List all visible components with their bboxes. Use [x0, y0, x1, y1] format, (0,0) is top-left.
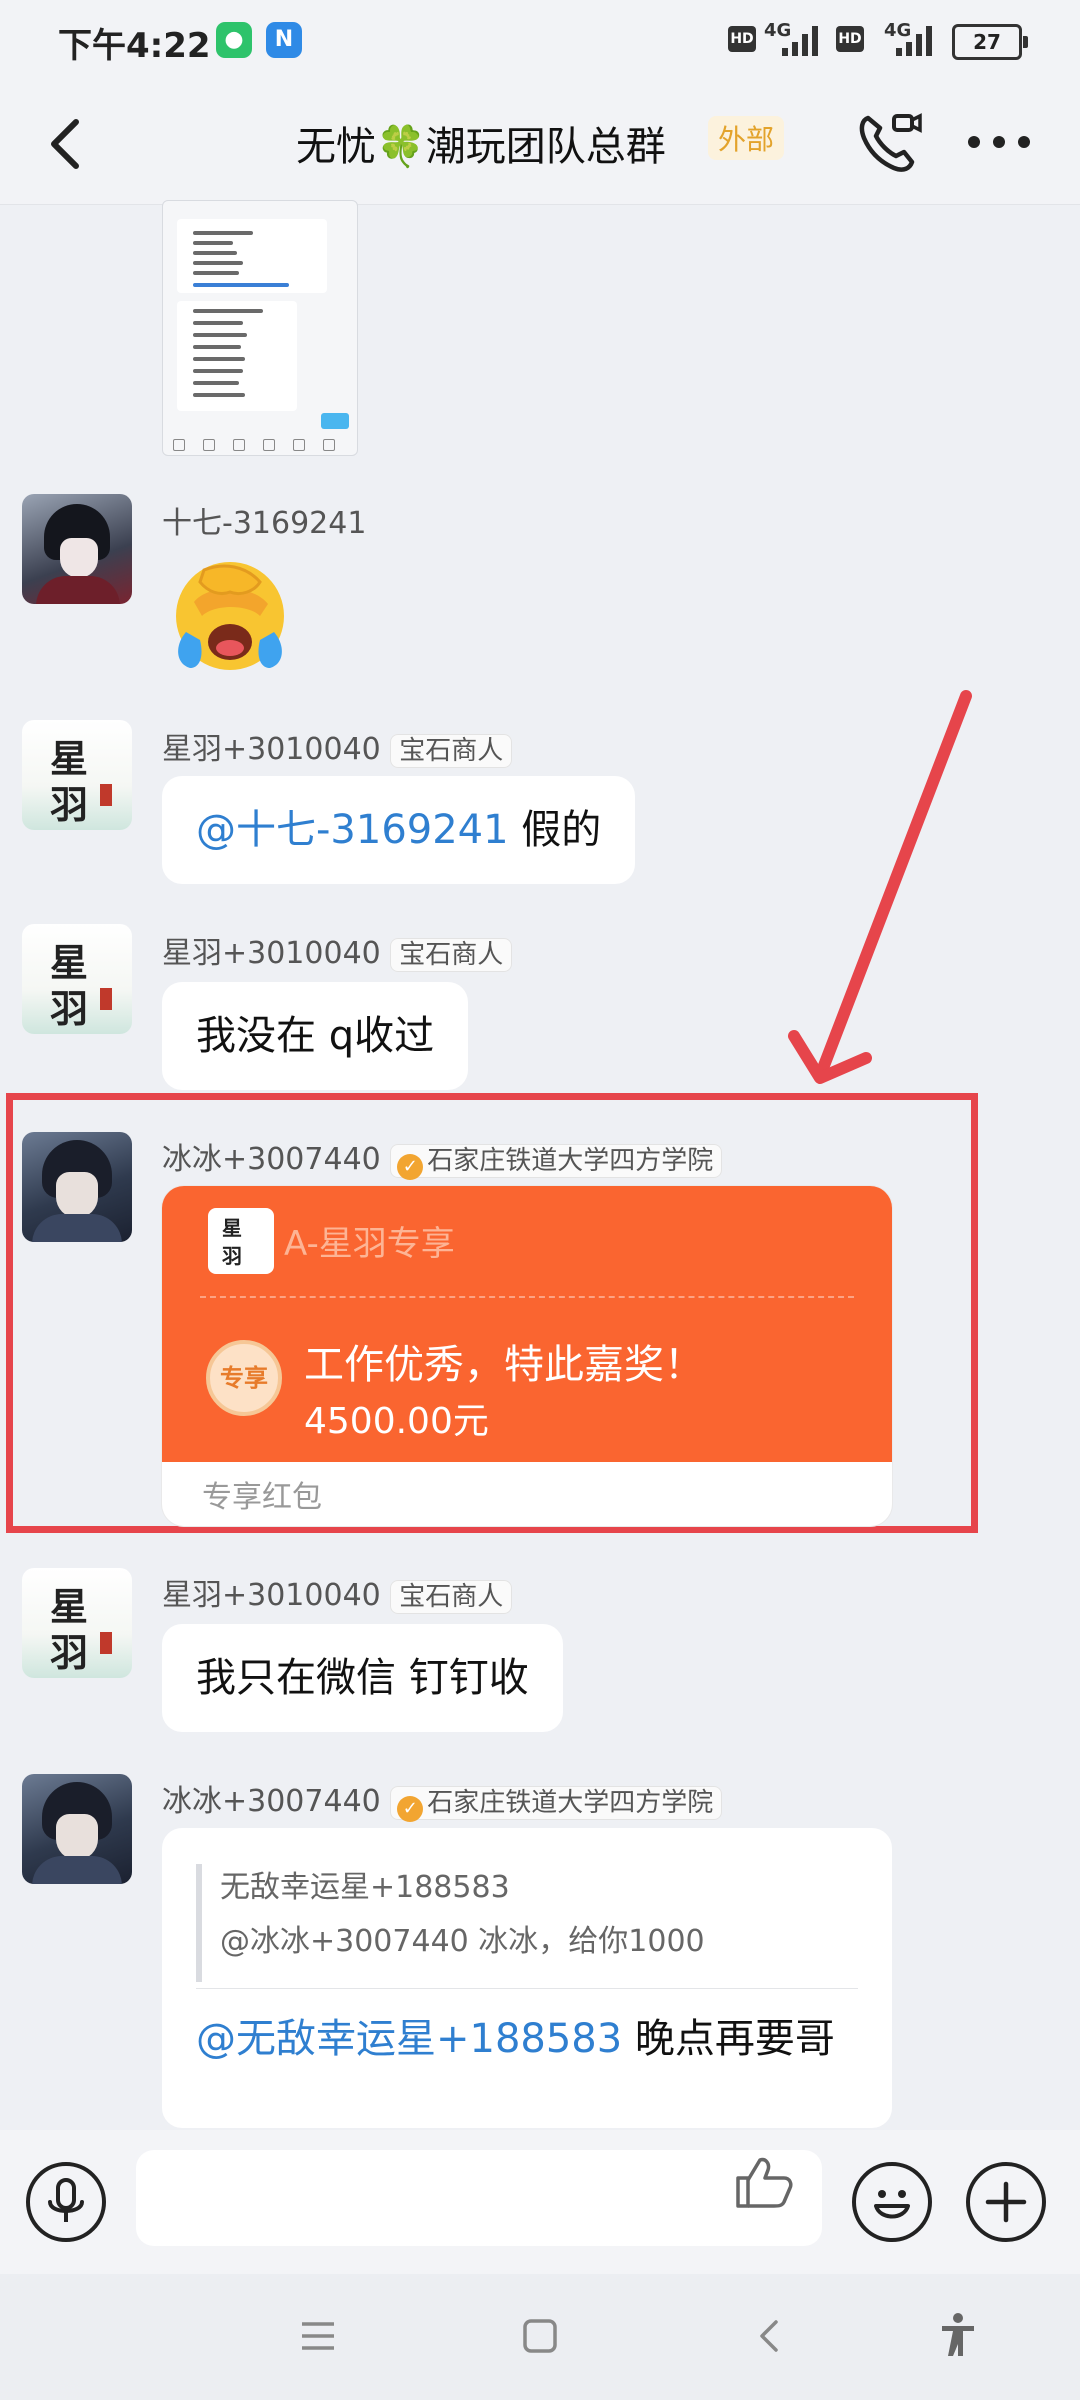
accessibility-icon[interactable] — [938, 2312, 978, 2358]
school-tag: ✓ 石家庄铁道大学四方学院 — [390, 1144, 723, 1180]
role-tag: 宝石商人 — [390, 1580, 513, 1614]
facepalm-crying-emoji-icon — [176, 562, 284, 670]
mention-link[interactable]: @十七-3169241 — [196, 807, 509, 853]
verified-icon: ✓ — [397, 1796, 424, 1822]
verified-icon: ✓ — [397, 1154, 424, 1180]
back-nav-icon[interactable] — [752, 2316, 788, 2356]
avatar[interactable] — [22, 1132, 132, 1242]
battery-indicator: 27 — [952, 24, 1028, 60]
reply-text: @无敌幸运星+188583 晚点再要哥 — [196, 2016, 835, 2062]
red-packet-card[interactable]: 星 羽 A-星羽专享 专享 工作优秀，特此嘉奖！ 4500.00元 专享红包 — [162, 1186, 892, 1526]
system-nav-bar — [0, 2274, 1080, 2400]
emoji-icon — [874, 2190, 910, 2219]
recipient-avatar: 星 羽 — [208, 1208, 274, 1274]
red-packet-type: 专享红包 — [202, 1480, 322, 1515]
message-input[interactable] — [136, 2150, 822, 2246]
menu-icon[interactable] — [298, 2318, 338, 2354]
wechat-notification-icon: ● — [216, 22, 252, 58]
hd-badge-2: HD — [836, 26, 864, 52]
more-icon[interactable] — [964, 122, 1034, 162]
chat-header: 无忧🍀潮玩团队总群 外部 — [0, 84, 1080, 205]
quote-text: @冰冰+3007440 冰冰，给你1000 — [220, 1924, 705, 1959]
sender-name: 冰冰+3007440 ✓ 石家庄铁道大学四方学院 — [162, 1134, 723, 1180]
mention-link[interactable]: @无敌幸运星+188583 — [196, 2016, 622, 2062]
sender-name: 星羽+3010040 宝石商人 — [162, 1570, 513, 1614]
avatar[interactable]: 星 羽 — [22, 720, 132, 830]
message-bubble[interactable]: @十七-3169241 假的 — [162, 776, 636, 884]
sender-name: 十七-3169241 — [162, 506, 367, 541]
back-arrow-icon[interactable] — [40, 112, 96, 176]
red-packet-blessing: 工作优秀，特此嘉奖！ — [304, 1342, 704, 1388]
red-packet-recipient: A-星羽专享 — [284, 1224, 455, 1264]
thumbs-up-icon[interactable] — [728, 2152, 798, 2212]
signal-bars-icon — [782, 26, 818, 56]
external-tag: 外部 — [708, 116, 785, 160]
input-bar — [0, 2130, 1080, 2274]
avatar[interactable]: 星 羽 — [22, 1568, 132, 1678]
voice-icon — [48, 2178, 84, 2222]
red-arrow-annotation — [788, 690, 972, 1084]
plus-button[interactable] — [966, 2162, 1046, 2242]
emoji-button[interactable] — [852, 2162, 932, 2242]
voice-button[interactable] — [26, 2162, 106, 2242]
group-title: 无忧🍀潮玩团队总群 — [296, 124, 666, 170]
sender-name: 星羽+3010040 宝石商人 — [162, 724, 513, 768]
role-tag: 宝石商人 — [390, 734, 513, 768]
hd-badge-1: HD — [728, 26, 756, 52]
red-packet-amount: 4500.00元 — [304, 1401, 489, 1442]
exclusive-medal-icon: 专享 — [206, 1340, 282, 1416]
status-time: 下午4:22 — [58, 26, 211, 66]
quote-author[interactable]: 无敌幸运星+188583 — [220, 1862, 510, 1906]
video-call-icon[interactable] — [854, 108, 922, 176]
reply-message-bubble[interactable]: 无敌幸运星+188583 @冰冰+3007440 冰冰，给你1000 @无敌幸运… — [162, 1828, 892, 2128]
avatar[interactable]: 星 羽 — [22, 924, 132, 1034]
message-bubble[interactable]: 我没在 q收过 — [162, 982, 469, 1090]
app-notification-icon: N — [266, 22, 302, 58]
home-icon[interactable] — [520, 2316, 560, 2356]
status-bar: 下午4:22 ● N HD 4G HD 4G 27 — [0, 0, 1080, 84]
avatar[interactable] — [22, 1774, 132, 1884]
signal-bars-2-icon — [896, 26, 932, 56]
image-message[interactable] — [162, 200, 358, 456]
sender-name: 星羽+3010040 宝石商人 — [162, 928, 513, 972]
sender-name: 冰冰+3007440 ✓ 石家庄铁道大学四方学院 — [162, 1776, 723, 1822]
message-bubble[interactable]: 我只在微信 钉钉收 — [162, 1624, 563, 1732]
plus-icon — [985, 2181, 1027, 2223]
avatar[interactable] — [22, 494, 132, 604]
role-tag: 宝石商人 — [390, 938, 513, 972]
school-tag: ✓ 石家庄铁道大学四方学院 — [390, 1786, 723, 1822]
